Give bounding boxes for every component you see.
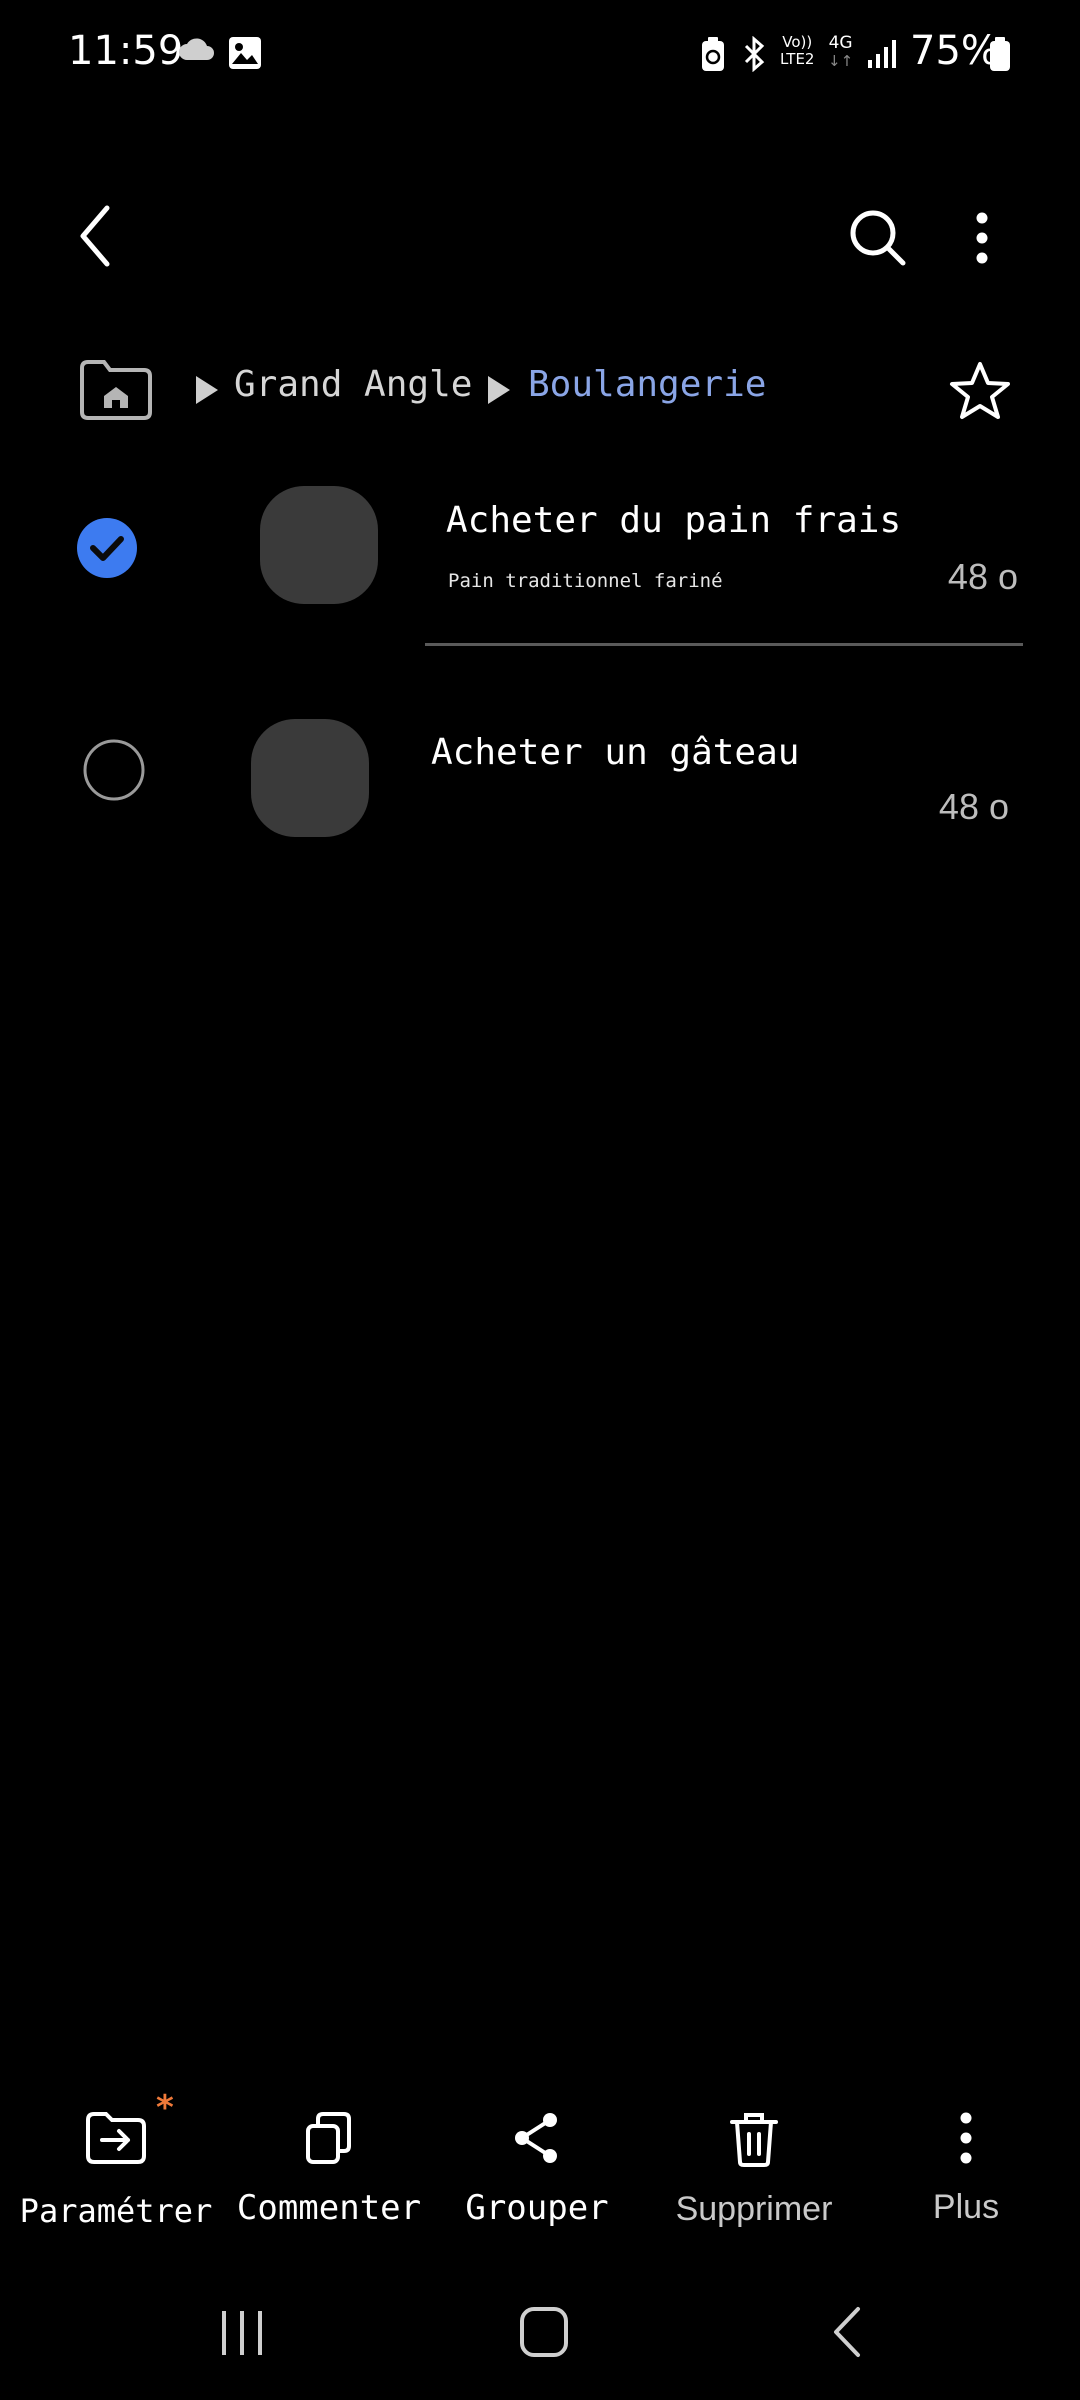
new-badge: * bbox=[156, 2088, 174, 2128]
list-item[interactable]: Acheter du pain frais Pain traditionnel … bbox=[40, 460, 1040, 645]
more-actions-button[interactable]: Plus bbox=[866, 2110, 1066, 2227]
search-icon bbox=[850, 210, 906, 266]
file-thumbnail bbox=[251, 719, 369, 837]
volte-bottom-label: LTE2 bbox=[780, 50, 815, 68]
home-folder-icon bbox=[80, 360, 152, 420]
item-size: 48 o bbox=[947, 556, 1018, 597]
list-item[interactable]: Acheter un gâteau 48 o bbox=[40, 690, 1040, 875]
network-type-label: 4G bbox=[828, 33, 853, 53]
trash-icon bbox=[730, 2113, 778, 2167]
back-button[interactable] bbox=[60, 196, 130, 276]
data-arrows-icon: ↓↑ bbox=[828, 52, 854, 70]
chevron-left-icon bbox=[80, 205, 110, 267]
check-circle-icon bbox=[77, 518, 137, 578]
home-button[interactable] bbox=[519, 2306, 569, 2362]
status-time: 11:59 bbox=[68, 28, 184, 74]
cloud-icon bbox=[178, 38, 216, 66]
breadcrumb-separator-icon bbox=[194, 374, 220, 410]
delete-label: Supprimer bbox=[675, 2190, 833, 2228]
more-label: Plus bbox=[932, 2188, 1000, 2226]
battery-saver-icon bbox=[700, 36, 726, 76]
home-icon bbox=[520, 2307, 568, 2357]
breadcrumb-item-grand-angle[interactable]: Grand Angle bbox=[234, 364, 472, 405]
folder-move-wrap: * bbox=[84, 2088, 174, 2170]
recent-apps-button[interactable] bbox=[218, 2308, 268, 2362]
more-vertical-icon bbox=[960, 2112, 972, 2164]
volte-indicator: Vo)) LTE2 bbox=[780, 34, 814, 68]
share-label: Grouper bbox=[465, 2188, 609, 2228]
item-title: Acheter du pain frais bbox=[446, 500, 902, 541]
copy-button[interactable]: Commenter bbox=[229, 2110, 429, 2228]
breadcrumb-separator-icon bbox=[486, 374, 512, 410]
item-size: 48 o bbox=[938, 786, 1009, 827]
volte-top-label: Vo)) bbox=[782, 33, 813, 51]
back-arrow-icon bbox=[834, 2307, 860, 2357]
signal-icon bbox=[866, 38, 900, 74]
delete-button[interactable]: Supprimer bbox=[654, 2110, 854, 2229]
move-label: Paramétrer bbox=[19, 2192, 213, 2230]
more-options-button[interactable] bbox=[962, 200, 1002, 276]
more-vertical-icon bbox=[976, 212, 988, 264]
bluetooth-icon bbox=[740, 35, 770, 76]
checkbox-checked[interactable] bbox=[76, 517, 138, 583]
checkbox-unchecked[interactable] bbox=[82, 738, 146, 806]
copy-label: Commenter bbox=[236, 2188, 422, 2228]
recent-apps-icon bbox=[222, 2311, 262, 2355]
copy-icon bbox=[306, 2112, 351, 2164]
folder-move-icon bbox=[86, 2112, 146, 2164]
system-back-button[interactable] bbox=[830, 2306, 864, 2362]
divider bbox=[425, 643, 1023, 646]
network-indicator: 4G ↓↑ bbox=[828, 34, 853, 70]
home-folder-button[interactable] bbox=[78, 358, 154, 426]
breadcrumb-item-boulangerie[interactable]: Boulangerie bbox=[528, 364, 766, 405]
move-button[interactable]: * Paramétrer bbox=[16, 2088, 216, 2230]
battery-icon bbox=[988, 36, 1012, 76]
battery-percent: 75% bbox=[910, 28, 999, 74]
item-title: Acheter un gâteau bbox=[431, 732, 800, 773]
gallery-icon bbox=[228, 36, 262, 74]
favorite-button[interactable] bbox=[948, 360, 1012, 426]
item-subtitle: Pain traditionnel fariné bbox=[448, 570, 723, 592]
circle-icon bbox=[83, 739, 145, 801]
share-button[interactable]: Grouper bbox=[437, 2110, 637, 2228]
file-thumbnail bbox=[260, 486, 378, 604]
search-button[interactable] bbox=[840, 200, 916, 276]
share-icon bbox=[515, 2113, 557, 2163]
star-icon bbox=[950, 362, 1010, 419]
